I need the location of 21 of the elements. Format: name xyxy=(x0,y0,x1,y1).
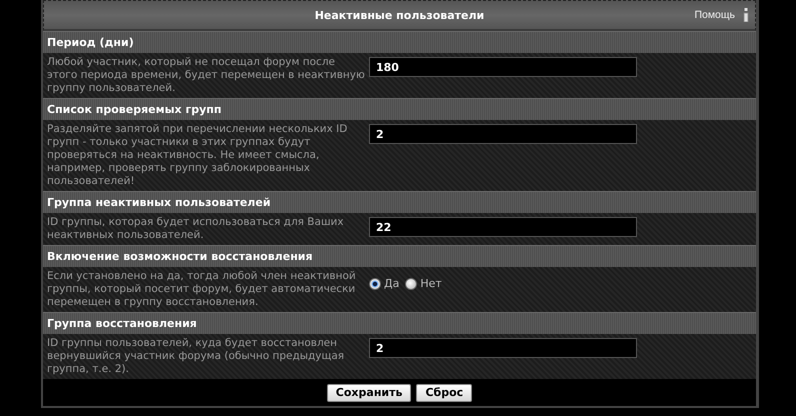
reset-button[interactable]: Сброс xyxy=(416,384,472,402)
help-link[interactable]: Помощь xyxy=(694,9,735,21)
input-field[interactable]: 2 xyxy=(369,338,637,358)
section-title: Список проверяемых групп xyxy=(47,103,222,116)
setting-description: Любой участник, который не посещал форум после этого периода времени, будет перемещен в неактивную группу пользователей. xyxy=(47,56,365,95)
input-field[interactable]: 2 xyxy=(369,124,637,144)
radio-option[interactable]: Да xyxy=(369,277,400,290)
setting-description: ID группы пользователей, куда будет восстановлен вернувшийся участник форума (обычно предыдущая группа, т.е. 2). xyxy=(47,337,346,376)
info-icon xyxy=(743,8,749,22)
setting-description: Если установлено на да, тогда любой член неактивной группы, который посетит форум, будет автоматически перемещен в группу восстановления. xyxy=(47,270,357,309)
section-title: Период (дни) xyxy=(47,36,134,49)
input-field[interactable]: 22 xyxy=(369,217,637,237)
setting-description: ID группы, которая будет использоваться для Ваших неактивных пользователей. xyxy=(47,216,345,242)
input-field[interactable]: 180 xyxy=(369,57,637,77)
section-title: Включение возможности восстановления xyxy=(47,250,313,263)
save-button[interactable]: Сохранить xyxy=(326,384,412,402)
setting-description: Разделяйте запятой при перечислении нескольких ID групп - только участники в этих группах будут проверяться на неактивность. Не имеет смысла, например, проверять группу заблокированных пользователей! xyxy=(47,123,348,188)
panel-title: Неактивные пользователи xyxy=(314,8,484,22)
radio-option[interactable]: Нет xyxy=(405,277,442,290)
section-title: Группа восстановления xyxy=(47,317,197,330)
section-title: Группа неактивных пользователей xyxy=(47,196,271,209)
